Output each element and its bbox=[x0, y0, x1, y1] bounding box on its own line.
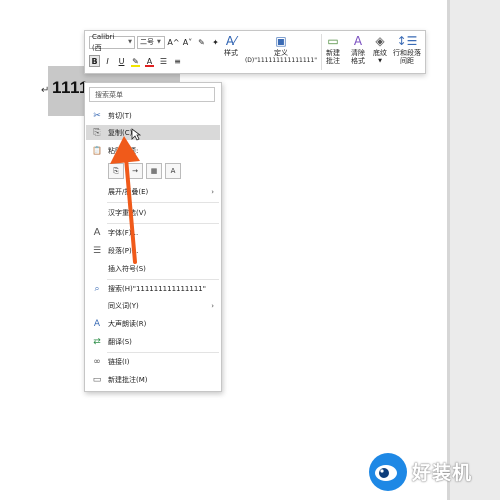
define-button[interactable]: ▣ 定义 (D)"111111111111111" bbox=[245, 33, 317, 71]
chevron-down-icon: ▼ bbox=[157, 39, 161, 45]
menu-item-label: 插入符号(S) bbox=[108, 264, 146, 273]
menu-item-synonyms[interactable]: 同义词(Y) › bbox=[86, 298, 220, 313]
chevron-right-icon: › bbox=[211, 187, 214, 196]
mouse-cursor-icon bbox=[131, 128, 141, 141]
page-edge-shadow bbox=[447, 0, 450, 500]
menu-item-label: 链接(I) bbox=[108, 357, 130, 366]
menu-item-label: 复制(C) bbox=[108, 128, 133, 137]
menu-item-link[interactable]: ∞ 链接(I) bbox=[86, 354, 220, 369]
picture-paste-icon[interactable]: ▦ bbox=[146, 163, 162, 179]
copy-icon: ⎘ bbox=[93, 127, 101, 138]
menu-item-paste-options: 📋 粘贴选项: bbox=[86, 143, 220, 158]
shading-button[interactable]: ◈ 底纹 ▼ bbox=[371, 33, 389, 71]
paste-option-buttons: ⎘ → ▦ A bbox=[108, 163, 184, 179]
line-spacing-button[interactable]: ↕☰ 行和段落 间距 bbox=[391, 33, 423, 71]
menu-item-new-comment[interactable]: ▭ 新建批注(M) bbox=[86, 372, 220, 387]
font-color-button[interactable]: A bbox=[143, 55, 156, 67]
chevron-down-icon: ▼ bbox=[128, 39, 132, 45]
clear-format-label: 清除 格式 bbox=[351, 49, 365, 65]
paint-bucket-icon: ◈ bbox=[375, 34, 385, 48]
mini-formatting-toolbar: Calibri (西 ▼ 二号 ▼ A^ A˅ ✎ ✦ B I U ✎ A ☰ ≡ … bbox=[84, 30, 426, 74]
menu-item-copy[interactable]: ⎘ 复制(C) bbox=[86, 125, 220, 140]
highlight-color-swatch bbox=[131, 65, 140, 67]
menu-item-label: 粘贴选项: bbox=[108, 146, 139, 155]
grow-font-button[interactable]: A^ bbox=[167, 37, 180, 49]
clear-format-icon: A bbox=[353, 34, 363, 48]
font-size-value: 二号 bbox=[140, 38, 154, 46]
dictionary-icon: ▣ bbox=[275, 34, 287, 48]
menu-item-hanzi-reconvert[interactable]: 汉字重选(V) bbox=[86, 205, 220, 220]
menu-item-label: 汉字重选(V) bbox=[108, 208, 147, 217]
font-name-value: Calibri (西 bbox=[92, 32, 115, 52]
format-painter-button[interactable]: ✎ bbox=[195, 37, 208, 49]
paragraph-mark: ↵ bbox=[41, 85, 50, 96]
menu-item-label: 搜索(H)"111111111111111" bbox=[108, 284, 206, 293]
watermark-eye-glint bbox=[380, 469, 384, 473]
translate-icon: ⇄ bbox=[93, 336, 101, 347]
new-comment-label: 新建 批注 bbox=[326, 49, 340, 65]
menu-item-font[interactable]: A 字体(F)... bbox=[86, 225, 220, 240]
shading-label: 底纹 bbox=[373, 49, 387, 57]
shrink-font-button[interactable]: A˅ bbox=[181, 37, 194, 49]
watermark-text: 好装机 bbox=[412, 462, 473, 484]
read-aloud-icon: A bbox=[93, 318, 101, 329]
italic-button[interactable]: I bbox=[101, 55, 114, 67]
highlight-color-button[interactable]: ✎ bbox=[129, 55, 142, 67]
chevron-down-icon: ▼ bbox=[378, 58, 382, 64]
menu-item-translate[interactable]: ⇄ 翻译(S) bbox=[86, 334, 220, 349]
font-name-dropdown[interactable]: Calibri (西 ▼ bbox=[89, 33, 135, 52]
styles-button[interactable]: A⁄ 样式 bbox=[220, 33, 242, 71]
bullets-button[interactable]: ☰ bbox=[157, 55, 170, 67]
font-size-dropdown[interactable]: 二号 ▼ bbox=[137, 36, 165, 49]
text-only-paste-icon[interactable]: A bbox=[165, 163, 181, 179]
paragraph-icon: ☰ bbox=[92, 245, 102, 256]
menu-search-input[interactable]: 搜索菜单 bbox=[89, 87, 215, 102]
menu-item-label: 展开/折叠(E) bbox=[108, 187, 149, 196]
styles-icon: A⁄ bbox=[225, 34, 237, 48]
menu-item-label: 剪切(T) bbox=[108, 111, 132, 120]
context-menu: 搜索菜单 ✂ 剪切(T) ⎘ 复制(C) 📋 粘贴选项: ⎘ → ▦ A 展开/… bbox=[84, 82, 222, 392]
menu-divider bbox=[107, 202, 219, 203]
toolbar-row-2: B I U ✎ A ☰ ≡ bbox=[89, 55, 185, 67]
paste-icon: 📋 bbox=[92, 146, 102, 155]
scissors-icon: ✂ bbox=[93, 110, 101, 121]
toolbar-row-1: Calibri (西 ▼ 二号 ▼ A^ A˅ ✎ ✦ bbox=[89, 33, 223, 52]
menu-item-label: 大声朗读(R) bbox=[108, 319, 147, 328]
menu-item-cut[interactable]: ✂ 剪切(T) bbox=[86, 108, 220, 123]
comment-icon: ▭ bbox=[92, 374, 102, 385]
font-color-swatch bbox=[145, 65, 154, 67]
watermark-eye-pupil bbox=[379, 468, 389, 478]
menu-item-expand-collapse[interactable]: 展开/折叠(E) › bbox=[86, 184, 220, 199]
styles-label: 样式 bbox=[224, 49, 238, 57]
underline-button[interactable]: U bbox=[115, 55, 128, 67]
menu-item-label: 翻译(S) bbox=[108, 337, 132, 346]
bold-button[interactable]: B bbox=[89, 55, 100, 67]
define-label: 定义 bbox=[274, 49, 288, 57]
numbering-button[interactable]: ≡ bbox=[171, 55, 184, 67]
line-spacing-icon: ↕☰ bbox=[396, 34, 418, 48]
menu-item-insert-symbol[interactable]: 插入符号(S) bbox=[86, 261, 220, 276]
link-icon: ∞ bbox=[93, 356, 101, 367]
menu-item-read-aloud[interactable]: A 大声朗读(R) bbox=[86, 316, 220, 331]
menu-item-paragraph[interactable]: ☰ 段落(P)... bbox=[86, 243, 220, 258]
keep-source-format-icon[interactable]: ⎘ bbox=[108, 163, 124, 179]
line-spacing-label: 行和段落 间距 bbox=[393, 49, 421, 65]
font-icon: A bbox=[93, 227, 101, 238]
menu-item-label: 新建批注(M) bbox=[108, 375, 148, 384]
chevron-right-icon: › bbox=[211, 301, 214, 310]
menu-divider bbox=[107, 223, 219, 224]
menu-divider bbox=[107, 279, 219, 280]
new-comment-button[interactable]: ▭ 新建 批注 bbox=[322, 33, 344, 71]
menu-item-search[interactable]: ⌕ 搜索(H)"111111111111111" bbox=[86, 281, 220, 296]
menu-item-label: 段落(P)... bbox=[108, 246, 139, 255]
new-comment-icon: ▭ bbox=[327, 34, 339, 48]
menu-item-label: 字体(F)... bbox=[108, 228, 139, 237]
define-sublabel: (D)"111111111111111" bbox=[244, 57, 318, 64]
menu-item-label: 同义词(Y) bbox=[108, 301, 139, 310]
menu-divider bbox=[107, 352, 219, 353]
search-icon: ⌕ bbox=[94, 283, 100, 294]
merge-format-icon[interactable]: → bbox=[127, 163, 143, 179]
clear-format-button[interactable]: A 清除 格式 bbox=[347, 33, 369, 71]
